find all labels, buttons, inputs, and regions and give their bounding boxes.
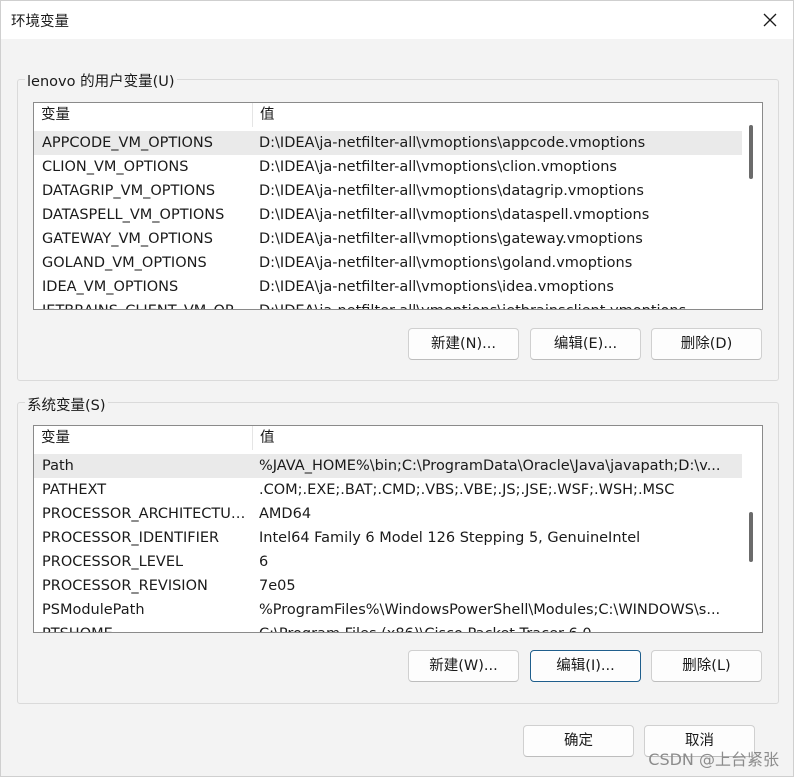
variable-value: D:\IDEA\ja-netfilter-all\vmoptions\datag… [259, 183, 644, 199]
variable-value: D:\IDEA\ja-netfilter-all\vmoptions\jetbr… [259, 299, 737, 309]
variable-name: IDEA_VM_OPTIONS [42, 279, 179, 295]
title-bar: 环境变量 [1, 1, 793, 39]
variable-name: DATASPELL_VM_OPTIONS [42, 207, 225, 223]
variable-value: D:\IDEA\ja-netfilter-all\vmoptions\golan… [259, 255, 633, 271]
variable-value: D:\IDEA\ja-netfilter-all\vmoptions\gatew… [259, 231, 643, 247]
table-row[interactable]: GATEWAY_VM_OPTIONS D:\IDEA\ja-netfilter-a… [34, 227, 742, 251]
variable-name: PATHEXT [42, 482, 107, 498]
env-vars-dialog: 环境变量 lenovo 的用户变量(U) 变量 值 APPCODE_VM_OPT… [0, 0, 794, 777]
watermark: CSDN @上台紧张 [648, 750, 779, 769]
user-delete-button[interactable]: 删除(D) [651, 328, 762, 360]
column-header-name[interactable]: 变量 [34, 426, 253, 450]
variable-name: GOLAND_VM_OPTIONS [42, 255, 207, 271]
system-new-button[interactable]: 新建(W)... [408, 650, 519, 682]
table-row[interactable]: APPCODE_VM_OPTIONS D:\IDEA\ja-netfilter-a… [34, 131, 742, 155]
variable-name: PROCESSOR_REVISION [42, 578, 208, 594]
scroll-thumb[interactable] [749, 512, 753, 562]
variable-name: PROCESSOR_IDENTIFIER [42, 530, 220, 546]
variable-name: PROCESSOR_ARCHITECTURE [42, 506, 250, 522]
variable-value: 7e05 [259, 578, 296, 594]
table-row[interactable]: PROCESSOR_REVISION 7e05 [34, 574, 742, 598]
table-row[interactable]: PROCESSOR_LEVEL 6 [34, 550, 742, 574]
table-row[interactable]: GOLAND_VM_OPTIONS D:\IDEA\ja-netfilter-al… [34, 251, 742, 275]
ok-button[interactable]: 确定 [523, 725, 634, 757]
close-icon [763, 13, 777, 27]
close-button[interactable] [747, 1, 793, 39]
variable-name: Path [42, 458, 74, 474]
variable-value: D:\IDEA\ja-netfilter-all\vmoptions\idea.… [259, 279, 614, 295]
variable-value: D:\IDEA\ja-netfilter-all\vmoptions\clion… [259, 159, 617, 175]
variable-value: AMD64 [259, 506, 312, 522]
scroll-thumb[interactable] [749, 125, 753, 179]
table-row[interactable]: CLION_VM_OPTIONS D:\IDEA\ja-netfilter-all… [34, 155, 742, 179]
table-row[interactable]: PROCESSOR_ARCHITECTURE AMD64 [34, 502, 742, 526]
table-row[interactable]: JETBRAINS_CLIENT_VM_OP... D:\IDEA\ja-netf… [34, 299, 742, 309]
table-row[interactable]: PROCESSOR_IDENTIFIER Intel64 Family 6 Mod… [34, 526, 742, 550]
window-title: 环境变量 [11, 14, 69, 30]
user-vars-header: 变量 值 [34, 103, 762, 127]
column-header-value[interactable]: 值 [253, 103, 743, 127]
user-vars-scrollbar[interactable] [742, 103, 760, 309]
table-row[interactable]: PTSHOME C:\Program Files (x86)\Cisco Pack… [34, 622, 742, 632]
variable-value: .COM;.EXE;.BAT;.CMD;.VBS;.VBE;.JS;.JSE;.… [259, 482, 675, 498]
variable-name: CLION_VM_OPTIONS [42, 159, 189, 175]
system-vars-scrollbar[interactable] [742, 426, 760, 632]
table-row[interactable]: IDEA_VM_OPTIONS D:\IDEA\ja-netfilter-all\… [34, 275, 742, 299]
user-vars-label: lenovo 的用户变量(U) [25, 70, 177, 91]
variable-value: %ProgramFiles%\WindowsPowerShell\Modules… [259, 602, 721, 618]
variable-name: DATAGRIP_VM_OPTIONS [42, 183, 216, 199]
variable-name: GATEWAY_VM_OPTIONS [42, 231, 213, 247]
table-row[interactable]: DATAGRIP_VM_OPTIONS D:\IDEA\ja-netfilter-… [34, 179, 742, 203]
variable-name: PROCESSOR_LEVEL [42, 554, 184, 570]
user-new-button[interactable]: 新建(N)... [408, 328, 519, 360]
user-edit-button[interactable]: 编辑(E)... [530, 328, 641, 360]
variable-value: %JAVA_HOME%\bin;C:\ProgramData\Oracle\Ja… [259, 458, 721, 474]
variable-value: 6 [259, 554, 269, 570]
variable-name: PTSHOME [42, 622, 250, 632]
user-vars-list[interactable]: 变量 值 APPCODE_VM_OPTIONS D:\IDEA\ja-netfil… [33, 102, 763, 310]
variable-value: C:\Program Files (x86)\Cisco Packet Trac… [259, 622, 737, 632]
variable-value: D:\IDEA\ja-netfilter-all\vmoptions\datas… [259, 207, 650, 223]
variable-name: JETBRAINS_CLIENT_VM_OP... [42, 299, 250, 309]
system-delete-button[interactable]: 删除(L) [651, 650, 762, 682]
variable-name: APPCODE_VM_OPTIONS [42, 135, 213, 151]
table-row[interactable]: DATASPELL_VM_OPTIONS D:\IDEA\ja-netfilter… [34, 203, 742, 227]
system-edit-button[interactable]: 编辑(I)... [530, 650, 641, 682]
table-row[interactable]: PSModulePath %ProgramFiles%\WindowsPowerS… [34, 598, 742, 622]
column-header-name[interactable]: 变量 [34, 103, 253, 127]
variable-value: Intel64 Family 6 Model 126 Stepping 5, G… [259, 530, 641, 546]
column-header-value[interactable]: 值 [253, 426, 743, 450]
system-vars-list[interactable]: 变量 值 Path %JAVA_HOME%\bin;C:\ProgramData\… [33, 425, 763, 633]
table-row[interactable]: PATHEXT .COM;.EXE;.BAT;.CMD;.VBS;.VBE;.JS… [34, 478, 742, 502]
variable-name: PSModulePath [42, 602, 145, 618]
table-row[interactable]: Path %JAVA_HOME%\bin;C:\ProgramData\Oracl… [34, 454, 742, 478]
variable-value: D:\IDEA\ja-netfilter-all\vmoptions\appco… [259, 135, 646, 151]
system-vars-label: 系统变量(S) [25, 394, 108, 415]
system-vars-header: 变量 值 [34, 426, 762, 450]
